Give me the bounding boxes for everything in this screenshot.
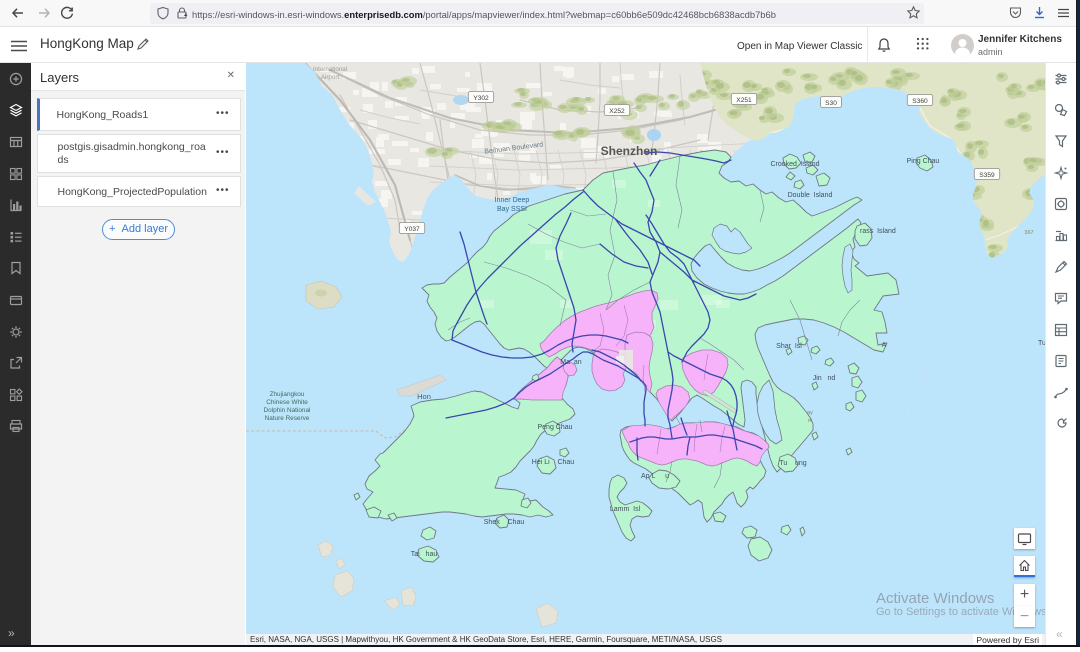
svg-text:Tu ung: Tu ung	[779, 460, 806, 467]
svg-text:Y037: Y037	[404, 226, 420, 233]
svg-text:Ping Chau: Ping Chau	[907, 158, 940, 165]
svg-text:Peng Chau: Peng Chau	[537, 424, 572, 431]
svg-text:Chinese White: Chinese White	[266, 399, 308, 406]
svg-text:S30: S30	[825, 100, 837, 107]
svg-text:Zhujiangkou: Zhujiangkou	[270, 391, 305, 398]
svg-text:Bay SSSI: Bay SSSI	[497, 206, 527, 213]
svg-text:rass Island: rass Island	[860, 228, 896, 235]
svg-text:Double Island: Double Island	[788, 192, 833, 199]
svg-text:Inner Deep: Inner Deep	[495, 197, 530, 204]
svg-text:Shek Chau: Shek Chau	[484, 519, 525, 526]
svg-text:X251: X251	[736, 97, 752, 104]
svg-text:Nature Reserve: Nature Reserve	[265, 415, 310, 422]
svg-text:A: A	[882, 342, 887, 349]
svg-text:Ma an: Ma an	[560, 359, 582, 366]
svg-text:Crooked Island: Crooked Island	[770, 161, 819, 168]
svg-text:Tu: Tu	[1038, 340, 1045, 347]
svg-text:Shar Isl: Shar Isl	[776, 343, 802, 350]
svg-text:Hon: Hon	[417, 392, 431, 401]
svg-text:Ap L u: Ap L u	[641, 473, 669, 480]
svg-text:Dolphin National: Dolphin National	[264, 407, 311, 414]
svg-text:Lamm Isl: Lamm Isl	[610, 506, 641, 513]
svg-text:Jin nd: Jin nd	[813, 375, 836, 382]
svg-text:Tai hau: Tai hau	[411, 551, 438, 558]
svg-text:Hei Li Chau: Hei Li Chau	[532, 459, 575, 466]
svg-text:International: International	[313, 66, 347, 73]
svg-text:X252: X252	[609, 108, 625, 115]
svg-text:Airport: Airport	[321, 74, 340, 81]
svg-text:rk: rk	[808, 418, 813, 424]
svg-text:S359: S359	[979, 172, 995, 179]
svg-text:S360: S360	[912, 98, 928, 105]
svg-text:ay: ay	[807, 410, 813, 416]
svg-text:Y302: Y302	[473, 95, 489, 102]
svg-text:367: 367	[1024, 230, 1033, 236]
svg-text:Shenzhen: Shenzhen	[601, 144, 658, 158]
